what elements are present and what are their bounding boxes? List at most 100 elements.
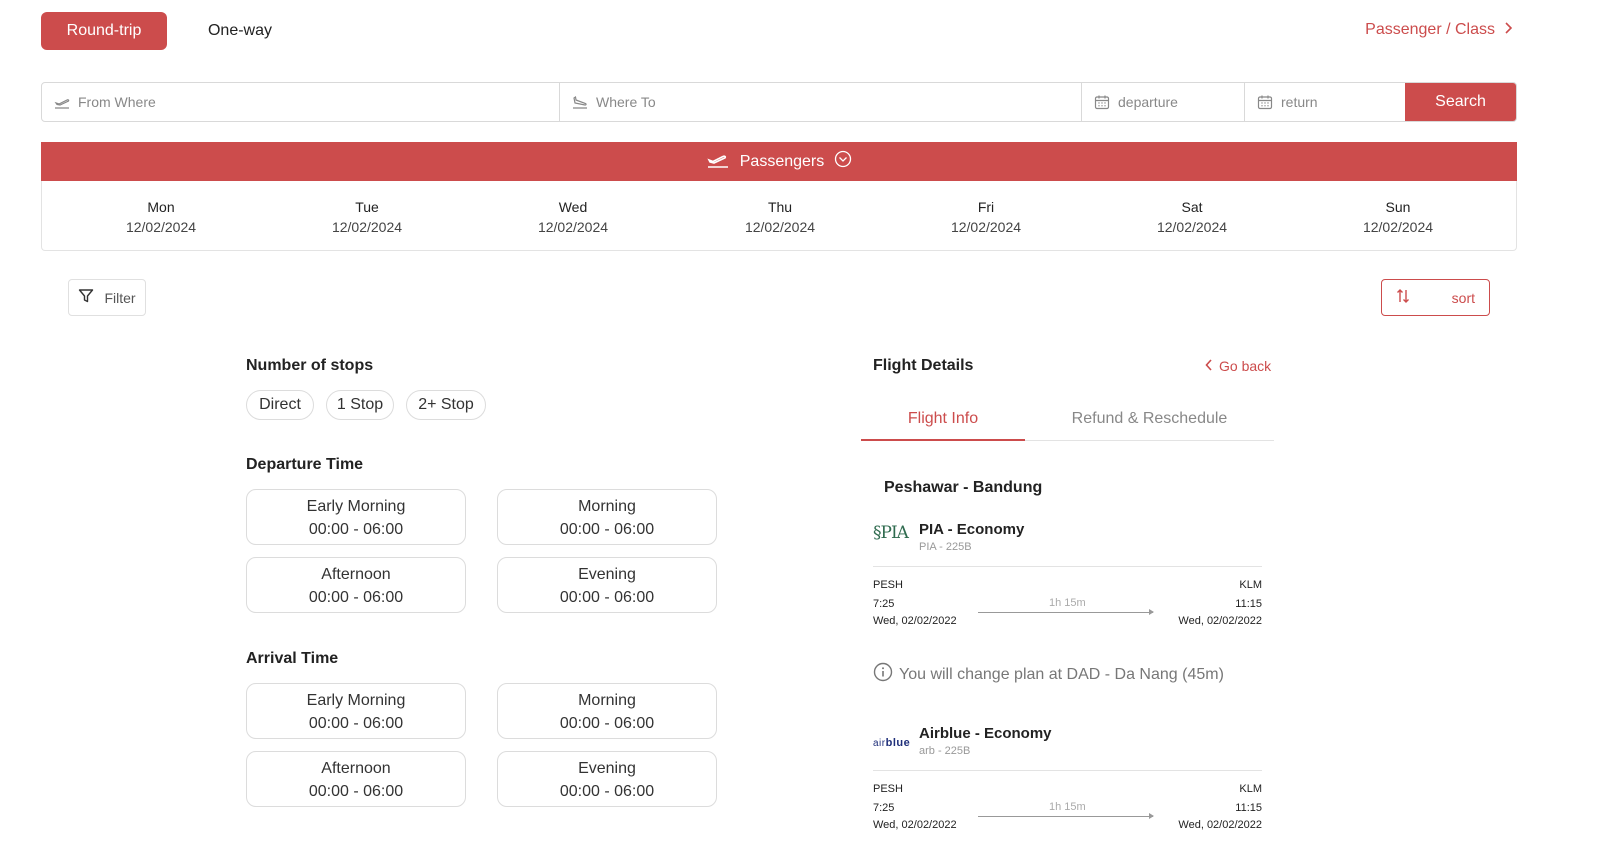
- plane-takeoff-icon: [54, 94, 70, 110]
- slot-label: Afternoon: [321, 566, 391, 583]
- day-name: Tue: [355, 199, 379, 215]
- day-name: Mon: [147, 199, 175, 215]
- departure-placeholder: departure: [1118, 94, 1178, 110]
- slot-label: Morning: [578, 498, 636, 515]
- arr-date: Wed, 02/02/2022: [1178, 615, 1262, 627]
- day-fri[interactable]: Fri 12/02/2024: [926, 197, 1046, 237]
- plane-landing-icon: [572, 94, 588, 110]
- slot-label: Evening: [578, 760, 636, 777]
- day-name: Sun: [1385, 199, 1411, 215]
- search-bar: From Where Where To departure return Sea…: [41, 82, 1517, 122]
- passengers-label: Passengers: [739, 152, 825, 170]
- arr-time: 11:15: [1235, 802, 1262, 814]
- one-way-button[interactable]: One-way: [190, 12, 290, 50]
- day-name: Sat: [1181, 199, 1203, 215]
- duration: 1h 15m: [1049, 597, 1086, 609]
- sort-button[interactable]: sort: [1381, 279, 1490, 316]
- slot-range: 00:00 - 06:00: [308, 521, 404, 538]
- day-date: 12/02/2024: [1362, 219, 1434, 235]
- arrival-slot-morning[interactable]: Morning 00:00 - 06:00: [497, 683, 717, 739]
- arr-time: 11:15: [1235, 598, 1262, 610]
- day-sun[interactable]: Sun 12/02/2024: [1338, 197, 1458, 237]
- stop-chip-2-plus[interactable]: 2+ Stop: [406, 390, 486, 420]
- day-date: 12/02/2024: [950, 219, 1022, 235]
- arrival-slot-evening[interactable]: Evening 00:00 - 06:00: [497, 751, 717, 807]
- dep-date: Wed, 02/02/2022: [873, 819, 957, 831]
- dep-date: Wed, 02/02/2022: [873, 615, 957, 627]
- from-where-placeholder: From Where: [78, 94, 156, 110]
- slot-range: 00:00 - 06:00: [308, 715, 404, 732]
- calendar-icon: [1257, 94, 1273, 110]
- search-button[interactable]: Search: [1405, 83, 1516, 121]
- dep-time: 7:25: [873, 598, 895, 610]
- arrival-slot-afternoon[interactable]: Afternoon 00:00 - 06:00: [246, 751, 466, 807]
- chevron-down-circle-icon: [834, 150, 852, 173]
- plane-takeoff-icon: [706, 149, 730, 174]
- divider: [873, 566, 1262, 567]
- go-back-link[interactable]: Go back: [1205, 358, 1271, 374]
- arrow-right-icon: [978, 813, 1154, 819]
- arrow-right-icon: [978, 609, 1154, 615]
- departure-slot-morning[interactable]: Morning 00:00 - 06:00: [497, 489, 717, 545]
- tab-refund-reschedule[interactable]: Refund & Reschedule: [1025, 410, 1274, 441]
- day-wed[interactable]: Wed 12/02/2024: [513, 197, 633, 237]
- flight-details-title: Flight Details: [873, 357, 974, 374]
- day-date: 12/02/2024: [537, 219, 609, 235]
- departure-date-field[interactable]: departure: [1082, 83, 1245, 121]
- airblue-logo-text-a: air: [873, 738, 886, 749]
- passenger-class-label: Passenger / Class: [1365, 21, 1495, 38]
- go-back-label: Go back: [1219, 358, 1272, 374]
- route-title: Peshawar - Bandung: [884, 479, 1043, 496]
- return-date-field[interactable]: return: [1245, 83, 1405, 121]
- day-name: Thu: [767, 199, 793, 215]
- pia-logo-mark: §: [873, 523, 881, 543]
- stop-chip-1-stop[interactable]: 1 Stop: [326, 390, 394, 420]
- slot-range: 00:00 - 06:00: [559, 715, 655, 732]
- funnel-icon: [78, 288, 94, 307]
- airline-name: Airblue - Economy: [919, 725, 1052, 742]
- where-to-field[interactable]: Where To: [560, 83, 1082, 121]
- slot-range: 00:00 - 06:00: [559, 589, 655, 606]
- day-sat[interactable]: Sat 12/02/2024: [1132, 197, 1252, 237]
- slot-label: Morning: [578, 692, 636, 709]
- departure-time-title: Departure Time: [246, 456, 364, 473]
- round-trip-button[interactable]: Round-trip: [41, 12, 167, 50]
- filter-button[interactable]: Filter: [68, 279, 146, 316]
- day-thu[interactable]: Thu 12/02/2024: [720, 197, 840, 237]
- chevron-left-icon: [1205, 358, 1213, 374]
- passenger-class-link[interactable]: Passenger / Class: [1365, 21, 1513, 39]
- slot-label: Early Morning: [306, 692, 406, 709]
- departure-slot-evening[interactable]: Evening 00:00 - 06:00: [497, 557, 717, 613]
- day-date: 12/02/2024: [1156, 219, 1228, 235]
- chevron-right-icon: [1503, 21, 1513, 39]
- airblue-logo-text-b: blue: [885, 737, 911, 749]
- day-date: 12/02/2024: [744, 219, 816, 235]
- sort-arrows-icon: [1396, 288, 1410, 307]
- info-icon: [873, 662, 893, 687]
- return-placeholder: return: [1281, 94, 1318, 110]
- arr-code: KLM: [1239, 783, 1262, 795]
- arr-code: KLM: [1239, 579, 1262, 591]
- tab-flight-info[interactable]: Flight Info: [861, 410, 1025, 441]
- slot-range: 00:00 - 06:00: [559, 521, 655, 538]
- arrival-time-title: Arrival Time: [246, 650, 339, 667]
- airblue-logo: airblue: [873, 737, 910, 749]
- slot-range: 00:00 - 06:00: [559, 783, 655, 800]
- slot-label: Afternoon: [321, 760, 391, 777]
- date-strip: Mon 12/02/2024 Tue 12/02/2024 Wed 12/02/202…: [41, 181, 1517, 251]
- day-mon[interactable]: Mon 12/02/2024: [101, 197, 221, 237]
- dep-time: 7:25: [873, 802, 895, 814]
- from-where-field[interactable]: From Where: [42, 83, 560, 121]
- stop-chip-direct[interactable]: Direct: [246, 390, 314, 420]
- segment-2-airline: Airblue - Economy arb - 225B: [919, 725, 1052, 757]
- slot-range: 00:00 - 06:00: [308, 589, 404, 606]
- stops-title: Number of stops: [246, 357, 374, 374]
- passengers-bar[interactable]: Passengers: [41, 142, 1517, 181]
- day-date: 12/02/2024: [331, 219, 403, 235]
- departure-slot-afternoon[interactable]: Afternoon 00:00 - 06:00: [246, 557, 466, 613]
- day-tue[interactable]: Tue 12/02/2024: [307, 197, 427, 237]
- divider: [873, 770, 1262, 771]
- day-date: 12/02/2024: [125, 219, 197, 235]
- departure-slot-early-morning[interactable]: Early Morning 00:00 - 06:00: [246, 489, 466, 545]
- arrival-slot-early-morning[interactable]: Early Morning 00:00 - 06:00: [246, 683, 466, 739]
